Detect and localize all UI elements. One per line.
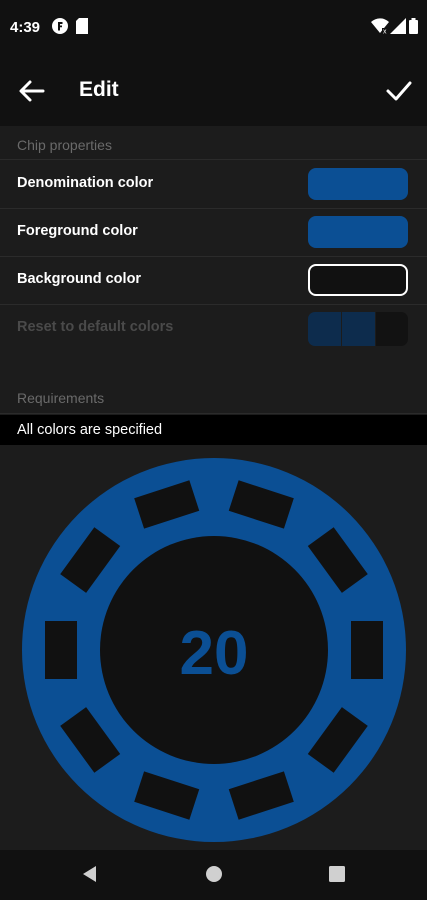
requirements-status-text: All colors are specified	[17, 422, 163, 438]
svg-text:x: x	[383, 29, 387, 35]
foreground-color-row[interactable]: Foreground color	[0, 208, 427, 256]
sd-card-icon	[76, 18, 88, 34]
chip-edge-insert	[45, 621, 77, 679]
chip-denomination: 20	[180, 619, 249, 688]
background-color-row[interactable]: Background color	[0, 256, 427, 304]
status-time: 4:39	[10, 19, 41, 36]
navigation-bar	[0, 850, 427, 900]
background-color-label: Background color	[17, 271, 142, 287]
chip-properties-header: Chip properties	[17, 137, 112, 153]
recents-square-icon[interactable]	[327, 864, 347, 884]
chip-edge-insert	[351, 621, 383, 679]
denomination-color-row[interactable]: Denomination color	[0, 160, 427, 208]
requirements-header: Requirements	[17, 390, 105, 406]
f-logo-icon	[52, 18, 68, 34]
back-triangle-icon[interactable]	[80, 864, 100, 884]
wifi-icon: x	[371, 18, 389, 34]
page-title: Edit	[79, 78, 119, 101]
signal-icon	[390, 18, 406, 34]
chip-preview: 20	[22, 458, 406, 842]
reset-colors-preview-icon	[308, 312, 408, 346]
reset-colors-label: Reset to default colors	[17, 319, 174, 335]
requirements-status-bar: All colors are specified	[0, 415, 427, 445]
denomination-color-swatch[interactable]	[308, 168, 408, 200]
app-bar: Edit	[0, 56, 427, 126]
foreground-color-label: Foreground color	[17, 223, 138, 239]
background-color-swatch[interactable]	[308, 264, 408, 296]
denomination-color-label: Denomination color	[17, 175, 154, 191]
check-icon[interactable]	[385, 78, 413, 104]
divider	[0, 413, 427, 414]
battery-icon	[409, 18, 418, 34]
status-bar: 4:39 x	[0, 0, 427, 56]
reset-colors-row: Reset to default colors	[0, 304, 427, 352]
home-circle-icon[interactable]	[204, 864, 224, 884]
foreground-color-swatch[interactable]	[308, 216, 408, 248]
arrow-back-icon[interactable]	[16, 78, 46, 104]
